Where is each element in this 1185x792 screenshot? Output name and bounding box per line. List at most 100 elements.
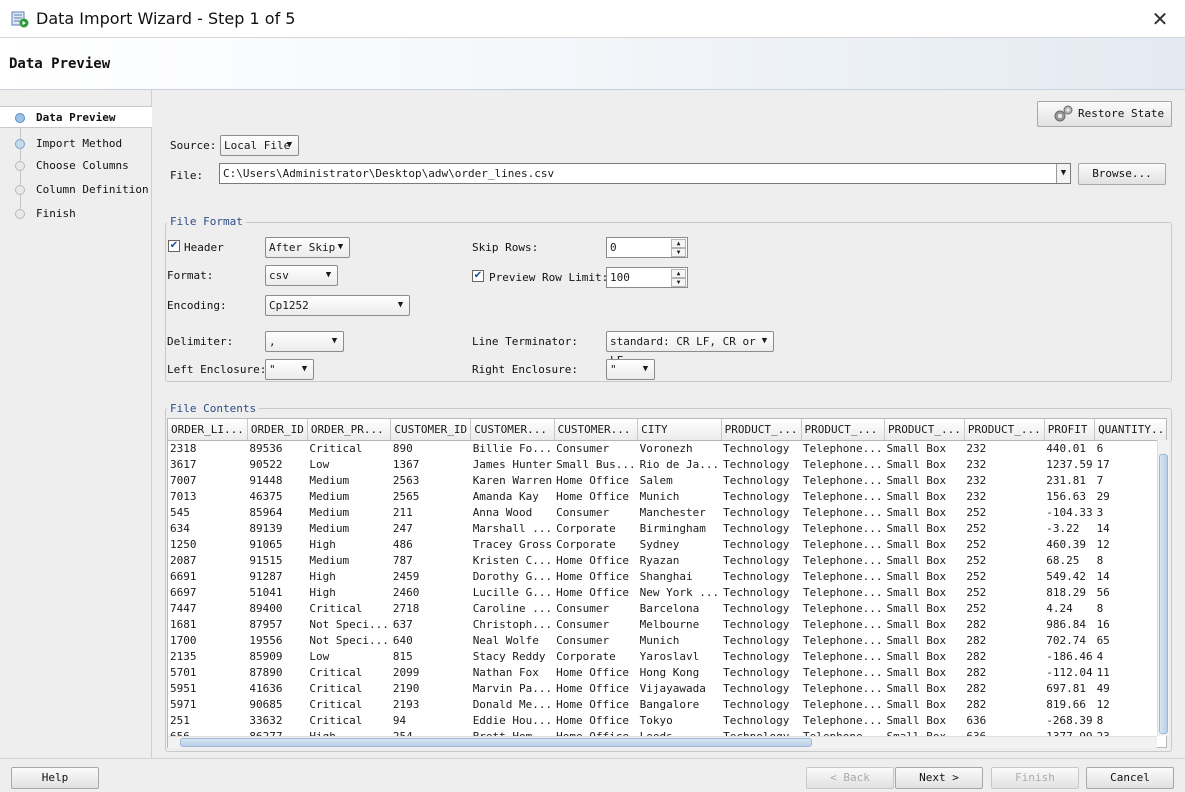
- table-row[interactable]: 1700 19556 Not Speci... 640 Neal Wolfe Consum…: [168, 632, 1166, 648]
- spinner-up-icon[interactable]: ▲: [671, 239, 686, 248]
- column-header[interactable]: PROFIT: [1044, 419, 1096, 441]
- table-row[interactable]: 634 89139 Medium 247 Marshall ... Corporate Bi…: [168, 520, 1166, 536]
- table-cell: 247: [392, 521, 413, 535]
- table-cell: 2718: [392, 601, 420, 615]
- column-header[interactable]: CUSTOMER...: [470, 419, 555, 441]
- browse-button[interactable]: Browse...: [1078, 163, 1166, 185]
- step-import-method[interactable]: Import Method: [0, 133, 152, 155]
- help-button[interactable]: Help: [11, 767, 99, 789]
- table-row[interactable]: 1250 91065 High 486 Tracey Gross Corporate Syd…: [168, 536, 1166, 552]
- table-cell: Home Office: [556, 569, 630, 583]
- finish-button[interactable]: Finish: [991, 767, 1079, 789]
- table-cell: 231.81: [1046, 473, 1086, 487]
- source-select[interactable]: Local File ▼: [220, 135, 299, 156]
- column-header[interactable]: CUSTOMER...: [554, 419, 639, 441]
- next-button[interactable]: Next >: [895, 767, 983, 789]
- scroll-thumb[interactable]: [1159, 454, 1168, 734]
- table-cell: Caroline ...: [472, 601, 553, 615]
- back-button[interactable]: < Back: [806, 767, 894, 789]
- table-cell: 2190: [392, 681, 420, 695]
- chevron-down-icon[interactable]: ▼: [1056, 164, 1070, 183]
- close-icon[interactable]: ✕: [1147, 6, 1173, 32]
- table-row[interactable]: 7007 91448 Medium 2563 Karen Warren Home Offi…: [168, 472, 1166, 488]
- table-row[interactable]: 6691 91287 High 2459 Dorothy G... Home Office…: [168, 568, 1166, 584]
- table-row[interactable]: 251 33632 Critical 94 Eddie Hou... Home Offic…: [168, 712, 1166, 728]
- table-cell: 46375: [249, 489, 283, 503]
- table-cell: 1367: [392, 457, 420, 471]
- file-path-input[interactable]: C:\Users\Administrator\Desktop\adw\order…: [219, 163, 1071, 184]
- table-cell: Karen Warren: [472, 473, 553, 487]
- scroll-thumb[interactable]: [180, 738, 812, 747]
- left-enclosure-select[interactable]: " ▼: [265, 359, 314, 380]
- table-cell: Consumer: [556, 601, 610, 615]
- table-cell: 2099: [392, 665, 420, 679]
- table-cell: Small Box: [886, 441, 947, 455]
- table-cell: Home Office: [556, 681, 630, 695]
- table-cell: 549.42: [1046, 569, 1086, 583]
- table-row[interactable]: 545 85964 Medium 211 Anna Wood Consumer Manche…: [168, 504, 1166, 520]
- spinner-down-icon[interactable]: ▼: [671, 278, 686, 287]
- column-header[interactable]: PRODUCT_...: [721, 419, 802, 441]
- delimiter-select[interactable]: , ▼: [265, 331, 344, 352]
- table-row[interactable]: 6697 51041 High 2460 Lucille G... Home Office…: [168, 584, 1166, 600]
- table-row[interactable]: 5701 87890 Critical 2099 Nathan Fox Home Offi…: [168, 664, 1166, 680]
- table-cell: 819.66: [1046, 697, 1086, 711]
- column-header[interactable]: ORDER_PR...: [307, 419, 392, 441]
- table-cell: 2135: [170, 649, 197, 663]
- page-title: Data Preview: [9, 56, 111, 72]
- step-label: Column Definition: [36, 183, 149, 196]
- column-header[interactable]: ORDER_ID: [247, 419, 308, 441]
- skip-rows-spinner[interactable]: 0 ▲ ▼: [606, 237, 688, 258]
- file-contents-grid[interactable]: ORDER_LI... ORDER_ID ORDER_PR... CUSTOMER_I…: [167, 418, 1167, 748]
- column-header[interactable]: CITY: [637, 419, 722, 441]
- cancel-button[interactable]: Cancel: [1086, 767, 1174, 789]
- table-cell: Small Box: [886, 537, 947, 551]
- table-cell: Critical: [309, 697, 363, 711]
- table-row[interactable]: 2318 89536 Critical 890 Billie Fo... Consumer…: [168, 440, 1166, 456]
- format-select[interactable]: csv ▼: [265, 265, 338, 286]
- preview-limit-checkbox[interactable]: ✔: [472, 270, 484, 282]
- table-row[interactable]: 2135 85909 Low 815 Stacy Reddy Corporate Yaros…: [168, 648, 1166, 664]
- table-cell: Technology: [723, 473, 790, 487]
- file-label: File:: [170, 169, 204, 182]
- column-header[interactable]: CUSTOMER_ID: [390, 419, 472, 441]
- restore-state-button[interactable]: Restore State: [1037, 101, 1172, 127]
- table-row[interactable]: 5971 90685 Critical 2193 Donald Me... Home Of…: [168, 696, 1166, 712]
- table-cell: Anna Wood: [472, 505, 533, 519]
- header-mode-select[interactable]: After Skip ▼: [265, 237, 350, 258]
- chevron-down-icon: ▼: [337, 242, 344, 252]
- table-row[interactable]: 5951 41636 Critical 2190 Marvin Pa... Home Of…: [168, 680, 1166, 696]
- table-row[interactable]: 7013 46375 Medium 2565 Amanda Kay Home Office…: [168, 488, 1166, 504]
- table-cell: 702.74: [1046, 633, 1086, 647]
- table-cell: Telephone...: [803, 665, 883, 679]
- encoding-select[interactable]: Cp1252 ▼: [265, 295, 410, 316]
- table-cell: Telephone...: [803, 553, 883, 567]
- table-cell: 787: [392, 553, 413, 567]
- step-data-preview[interactable]: Data Preview: [0, 106, 152, 128]
- table-row[interactable]: 1681 87957 Not Speci... 637 Christoph... Cons…: [168, 616, 1166, 632]
- table-cell: New York ...: [639, 585, 720, 599]
- vertical-scrollbar[interactable]: [1157, 440, 1169, 736]
- table-cell: Home Office: [556, 553, 630, 567]
- table-cell: Munich: [639, 489, 680, 503]
- horizontal-scrollbar[interactable]: [168, 736, 1157, 748]
- preview-limit-value: 100: [610, 271, 630, 284]
- column-header[interactable]: PRODUCT_...: [964, 419, 1045, 441]
- right-enclosure-select[interactable]: " ▼: [606, 359, 655, 380]
- table-row[interactable]: 3617 90522 Low 1367 James Hunter Small Bus...…: [168, 456, 1166, 472]
- gear-icon: [1052, 104, 1074, 133]
- column-header[interactable]: PRODUCT_...: [884, 419, 965, 441]
- spinner-down-icon[interactable]: ▼: [671, 248, 686, 257]
- right-enclosure-value: ": [610, 363, 617, 376]
- header-band: Data Preview: [0, 38, 1185, 90]
- spinner-up-icon[interactable]: ▲: [671, 269, 686, 278]
- header-checkbox[interactable]: ✔: [168, 240, 180, 252]
- table-row[interactable]: 7447 89400 Critical 2718 Caroline ... Consume…: [168, 600, 1166, 616]
- column-header[interactable]: QUANTITY...: [1094, 419, 1166, 441]
- table-cell: Marvin Pa...: [472, 681, 553, 695]
- column-header[interactable]: PRODUCT_...: [801, 419, 885, 441]
- table-row[interactable]: 2087 91515 Medium 787 Kristen C... Home Offic…: [168, 552, 1166, 568]
- preview-limit-spinner[interactable]: 100 ▲ ▼: [606, 267, 688, 288]
- line-terminator-select[interactable]: standard: CR LF, CR or LF ▼: [606, 331, 774, 367]
- column-header[interactable]: ORDER_LI...: [168, 419, 248, 441]
